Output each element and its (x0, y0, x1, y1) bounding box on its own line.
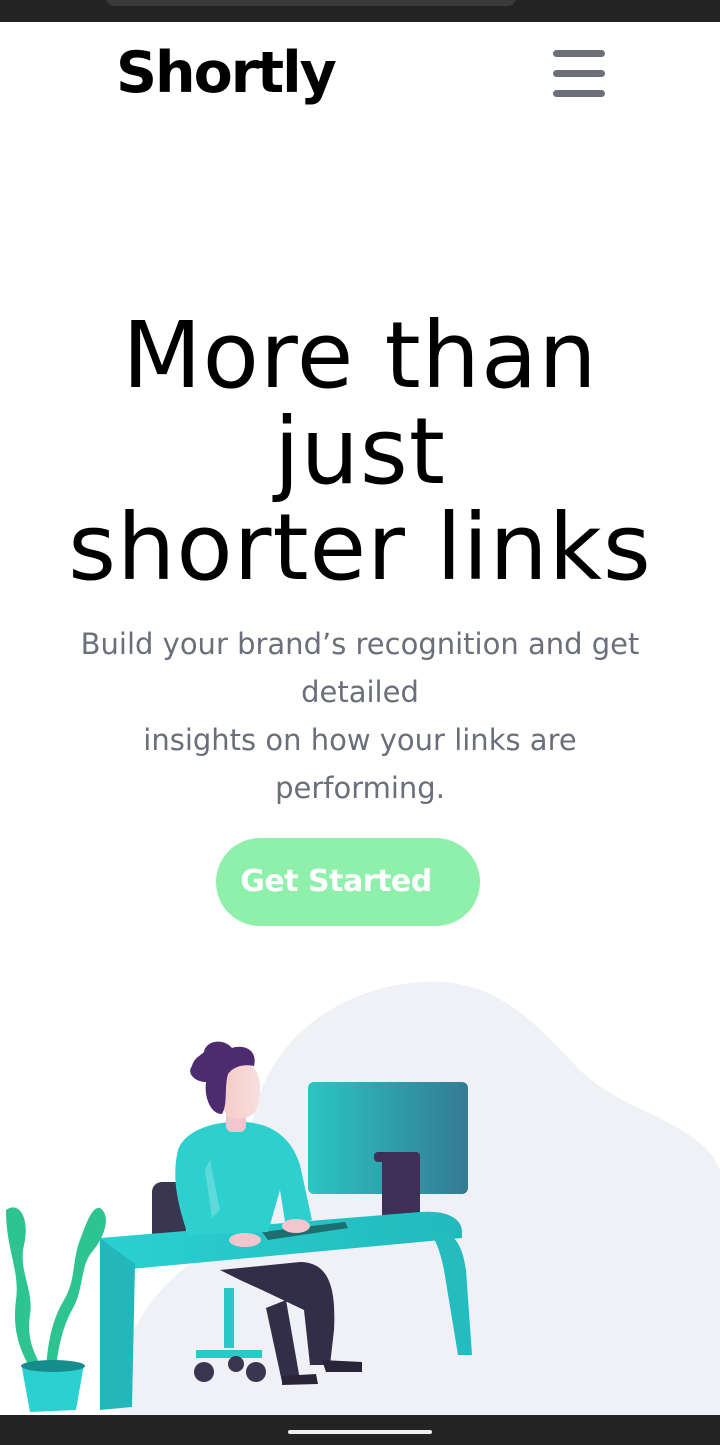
left-hand (229, 1233, 261, 1247)
system-nav-bar (0, 1415, 720, 1445)
plant-leaf-right (46, 1207, 106, 1368)
hero-title-line-3: shorter links (68, 494, 652, 601)
status-bar-pill (105, 0, 517, 6)
chair-post (224, 1288, 234, 1348)
menu-bar-middle (553, 70, 605, 77)
menu-bar-bottom (553, 90, 605, 97)
hero-subtitle-line-4: performing. (275, 771, 445, 805)
hero-subtitle-line-1: Build your brand’s recognition and get (80, 627, 640, 661)
hero-subtitle-line-2: detailed (301, 675, 419, 709)
chair-wheel-left (194, 1362, 214, 1382)
chair-wheel-center (228, 1356, 244, 1372)
person-working-illustration (6, 981, 720, 1415)
right-shoe (322, 1360, 362, 1372)
monitor-stand-top (374, 1152, 420, 1162)
chair-base (196, 1350, 262, 1358)
hamburger-menu-icon[interactable] (550, 48, 608, 100)
get-started-label: Get Started (240, 864, 432, 899)
hero-subtitle: Build your brand’s recognition and get d… (40, 620, 680, 812)
get-started-button[interactable]: Get Started (216, 838, 480, 926)
right-hand (282, 1219, 310, 1233)
menu-bar-top (553, 50, 605, 57)
site-header: Shortly (0, 22, 720, 132)
hero-title-line-2: just (274, 398, 446, 505)
plant-pot-rim (21, 1360, 85, 1372)
desk-left-panel (100, 1238, 135, 1410)
chair-wheel-right (246, 1362, 266, 1382)
brand-logo[interactable]: Shortly (116, 38, 337, 108)
hero-title-line-1: More than (122, 302, 598, 409)
plant-leaf-left (6, 1207, 40, 1368)
hero-title: More than just shorter links (0, 308, 720, 596)
home-indicator[interactable] (288, 1430, 432, 1434)
status-bar (0, 0, 720, 22)
hero-subtitle-line-3: insights on how your links are (143, 723, 577, 757)
